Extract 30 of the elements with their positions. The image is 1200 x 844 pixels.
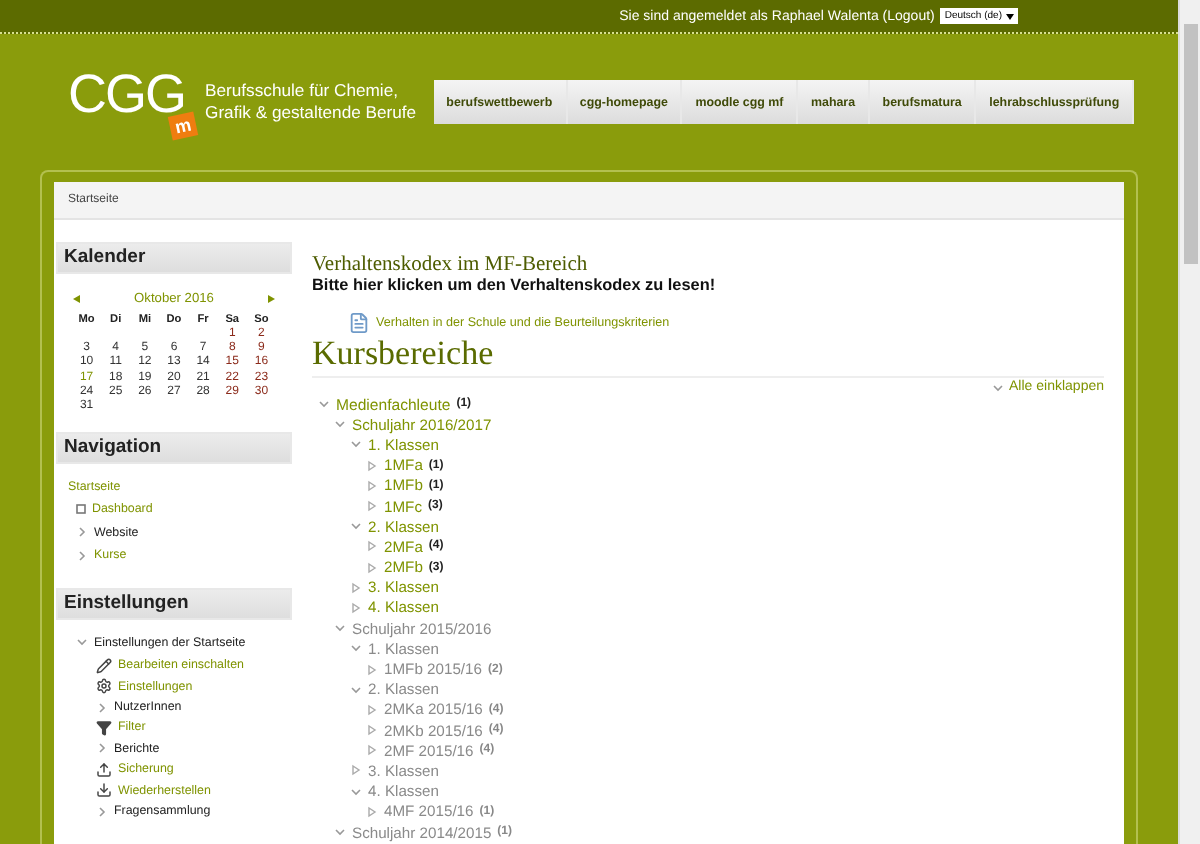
block-title: Kalender	[56, 242, 292, 274]
expand-icon[interactable]	[96, 701, 108, 714]
scrollbar[interactable]	[1178, 0, 1200, 844]
block-title: Einstellungen	[56, 588, 292, 620]
upload-icon	[96, 761, 112, 778]
notice-title: Verhaltenskodex im MF-Bereich	[312, 254, 590, 276]
school-tagline: Berufsschule für Chemie, Grafik & gestaltende Berufe	[205, 80, 418, 124]
download-icon	[96, 782, 112, 799]
expand-icon[interactable]	[366, 663, 378, 676]
expand-icon[interactable]	[366, 805, 378, 818]
filter-icon	[96, 719, 112, 736]
expand-icon[interactable]	[96, 742, 108, 755]
collapse-icon[interactable]	[350, 683, 362, 696]
page-icon	[76, 504, 86, 515]
collapse-icon[interactable]	[350, 520, 362, 533]
dropdown-arrow-icon	[1006, 13, 1014, 19]
logo[interactable]: CGG m	[68, 65, 198, 139]
notice-text: Bitte hier klicken um den Verhaltenskodex zu lesen!	[312, 276, 718, 294]
pencil-icon	[96, 657, 112, 674]
collapse-icon[interactable]	[76, 636, 88, 649]
collapse-icon[interactable]	[334, 826, 346, 839]
document-icon	[348, 312, 370, 334]
expand-icon[interactable]	[96, 805, 108, 817]
collapse-icon[interactable]	[991, 381, 1004, 393]
next-month-icon[interactable]	[266, 293, 276, 304]
collapse-icon[interactable]	[350, 785, 362, 798]
settings-icon	[96, 678, 112, 695]
block-title: Navigation	[56, 431, 292, 464]
section-heading: Kursbereiche	[312, 334, 1104, 378]
previous-month-icon[interactable]	[72, 293, 82, 304]
